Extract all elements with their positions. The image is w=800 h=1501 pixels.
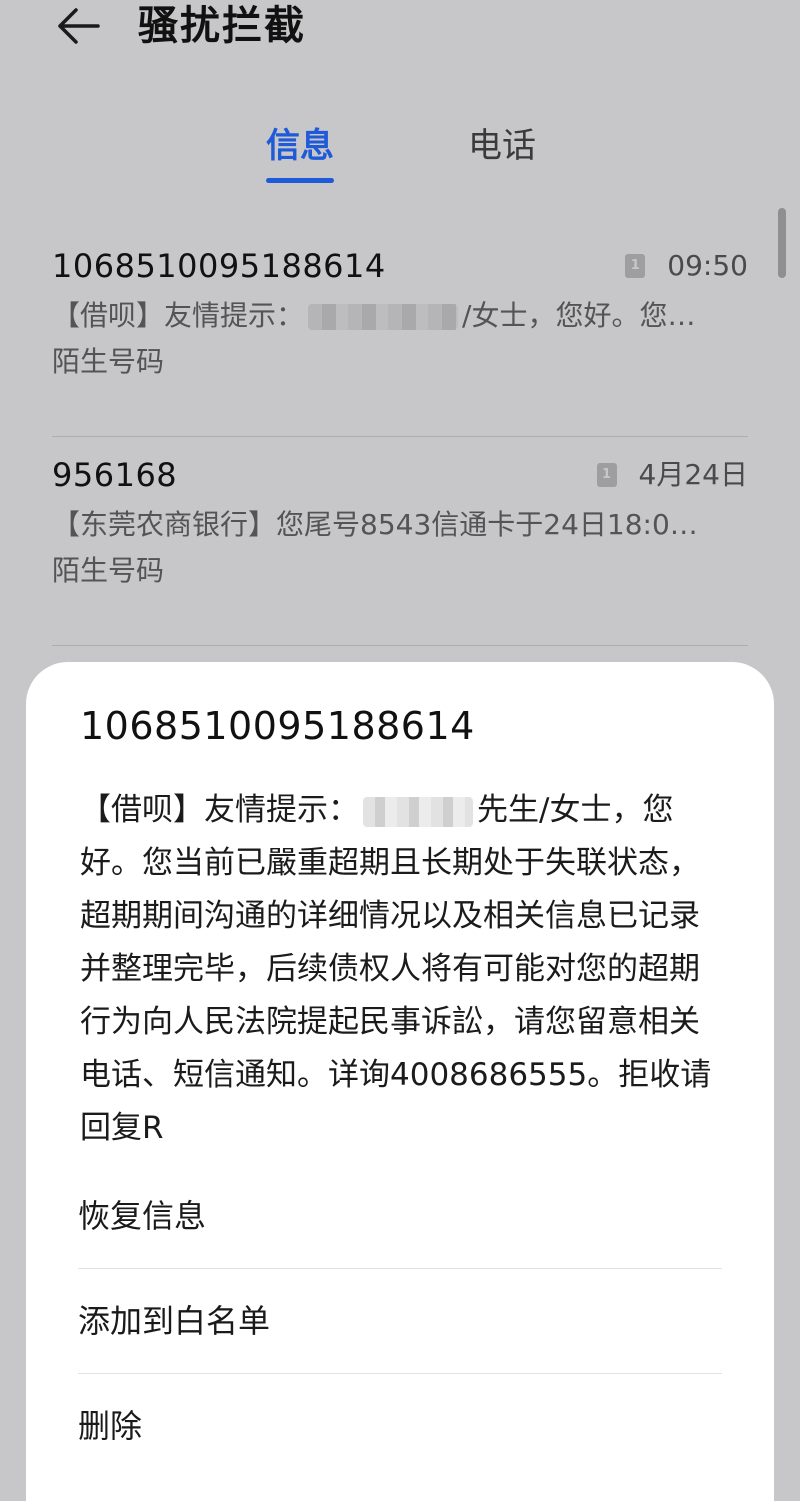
detail-body: 【借呗】友情提示： 先生/女士，您好。您当前已嚴重超期且长期处于失联状态，超期期间… <box>80 784 720 1155</box>
message-tag: 陌生号码 <box>52 345 165 378</box>
message-sender: 1068510095188614 <box>52 247 386 285</box>
sim-card-icon: 1 <box>625 254 646 278</box>
tab-calls[interactable]: 电话 <box>468 122 536 170</box>
message-time: 09:50 <box>667 249 748 282</box>
message-preview: 【借呗】友情提示： /女士，您好。您… <box>52 296 740 336</box>
message-item[interactable]: 1068510095188614 1 09:50 【借呗】友情提示： /女士，您好… <box>52 228 748 437</box>
active-tab-indicator <box>266 178 334 183</box>
redacted-name-mask <box>308 304 459 330</box>
message-item[interactable]: 956168 1 4月24日 【东莞农商银行】您尾号8543信通卡于24日18:… <box>52 437 748 646</box>
message-meta: 1 09:50 <box>625 248 748 284</box>
detail-sender: 1068510095188614 <box>80 704 475 748</box>
back-arrow-icon <box>50 0 106 52</box>
detail-actions: 恢复信息 添加到白名单 删除 <box>78 1164 722 1479</box>
tab-bar: 信息 电话 <box>0 122 800 186</box>
message-preview-text: 【东莞农商银行】您尾号8543信通卡于24日18:0… <box>52 508 698 541</box>
message-detail-sheet: 1068510095188614 【借呗】友情提示： 先生/女士，您好。您当前已嚴… <box>26 662 774 1501</box>
redacted-name-mask <box>363 796 473 827</box>
top-bar: 骚扰拦截 <box>0 0 800 60</box>
detail-body-text: 【借呗】友情提示： <box>80 792 359 828</box>
message-sender: 956168 <box>52 456 178 494</box>
message-meta: 1 4月24日 <box>596 457 748 493</box>
message-list: 1068510095188614 1 09:50 【借呗】友情提示： /女士，您好… <box>52 228 748 646</box>
tab-messages[interactable]: 信息 <box>266 122 334 170</box>
message-preview-text: 【借呗】友情提示： <box>52 299 305 332</box>
message-tag: 陌生号码 <box>52 554 165 587</box>
delete-button[interactable]: 删除 <box>78 1374 722 1479</box>
message-time: 4月24日 <box>638 458 748 491</box>
page-title: 骚扰拦截 <box>138 3 306 49</box>
message-preview-text-end: /女士，您好。您… <box>462 299 696 332</box>
back-button[interactable] <box>50 0 106 52</box>
sim-card-icon: 1 <box>596 463 617 487</box>
scrollbar[interactable] <box>778 208 786 278</box>
detail-body-text-end: 先生/女士，您好。您当前已嚴重超期且长期处于失联状态，超期期间沟通的详细情况以及… <box>80 792 712 1146</box>
restore-message-button[interactable]: 恢复信息 <box>78 1164 722 1269</box>
message-preview: 【东莞农商银行】您尾号8543信通卡于24日18:0… <box>52 505 740 545</box>
add-to-whitelist-button[interactable]: 添加到白名单 <box>78 1269 722 1374</box>
